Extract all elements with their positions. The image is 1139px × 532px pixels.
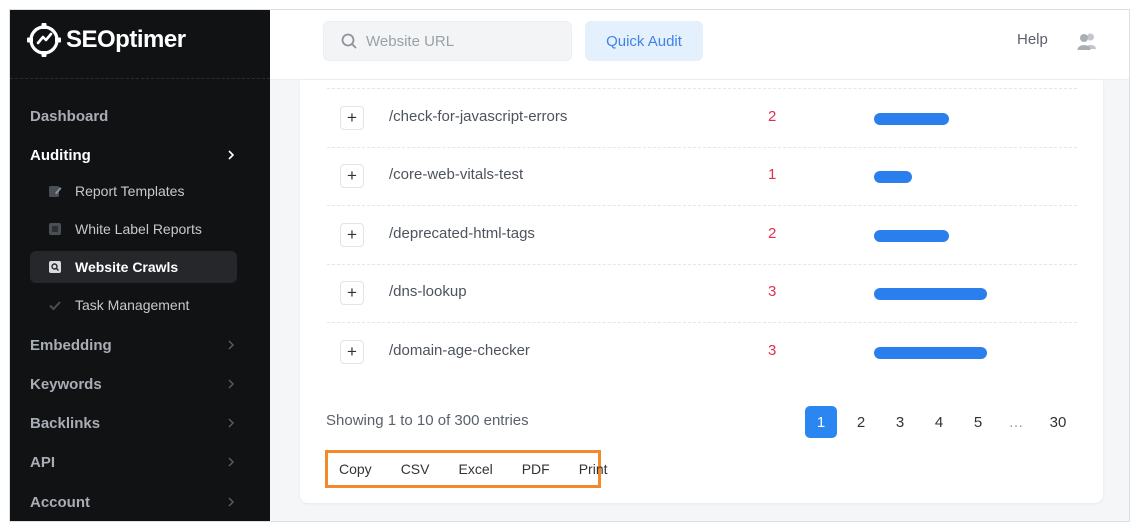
sidebar-item-embedding[interactable]: Embedding xyxy=(10,329,270,361)
sidebar-item-api[interactable]: API xyxy=(10,446,270,478)
issue-count: 2 xyxy=(768,108,777,125)
chevron-right-icon xyxy=(228,418,234,428)
crawl-pages-card: + /check-for-javascript-errors 2 + /core… xyxy=(300,80,1103,503)
sidebar-item-account[interactable]: Account xyxy=(10,486,270,518)
chevron-right-icon xyxy=(228,340,234,350)
table-row: + /deprecated-html-tags 2 xyxy=(327,205,1077,263)
chevron-right-icon xyxy=(228,457,234,467)
issue-bar xyxy=(874,230,949,242)
page-path: /domain-age-checker xyxy=(389,342,530,359)
edit-icon xyxy=(48,184,62,198)
document-icon xyxy=(48,222,62,236)
logo-gear-icon xyxy=(27,23,61,57)
table-row: + /check-for-javascript-errors 2 xyxy=(327,88,1077,146)
sidebar-item-label: Account xyxy=(30,493,90,511)
sidebar-item-label: Embedding xyxy=(30,336,112,354)
table-row: + /core-web-vitals-test 1 xyxy=(327,147,1077,205)
search-icon xyxy=(341,33,357,49)
sidebar-subitem-website-crawls[interactable]: Website Crawls xyxy=(30,251,237,283)
sidebar-item-label: Dashboard xyxy=(30,107,109,125)
sidebar-subitem-label: White Label Reports xyxy=(75,221,202,237)
page-path: /core-web-vitals-test xyxy=(389,166,524,183)
page-path: /check-for-javascript-errors xyxy=(389,108,568,125)
page-button-30[interactable]: 30 xyxy=(1040,406,1076,438)
page-ellipsis: … xyxy=(1008,413,1024,431)
sidebar-item-label: Keywords xyxy=(30,375,102,393)
sidebar-subitem-report-templates[interactable]: Report Templates xyxy=(30,175,237,207)
page-button-2[interactable]: 2 xyxy=(845,406,877,438)
sidebar-subitem-label: Report Templates xyxy=(75,183,185,199)
page-button-1[interactable]: 1 xyxy=(805,406,837,438)
expand-row-button[interactable]: + xyxy=(340,340,364,364)
app-window: SEOptimer Dashboard Auditing Report Temp… xyxy=(9,9,1130,522)
issue-count: 3 xyxy=(768,283,777,300)
expand-row-button[interactable]: + xyxy=(340,281,364,305)
page-path: /dns-lookup xyxy=(389,283,467,300)
issue-bar xyxy=(874,288,987,300)
chevron-right-icon xyxy=(228,497,234,507)
issue-bar xyxy=(874,347,987,359)
chevron-right-icon xyxy=(228,150,235,160)
sidebar-subitem-label: Task Management xyxy=(75,297,190,313)
page-button-4[interactable]: 4 xyxy=(923,406,955,438)
table-row: + /dns-lookup 3 xyxy=(327,264,1077,322)
issue-bar xyxy=(874,113,949,125)
sidebar-item-label: API xyxy=(30,453,56,471)
excel-button[interactable]: Excel xyxy=(458,461,492,477)
sidebar-item-dashboard[interactable]: Dashboard xyxy=(10,100,270,132)
page-path: /deprecated-html-tags xyxy=(389,225,535,242)
expand-row-button[interactable]: + xyxy=(340,106,364,130)
chevron-right-icon xyxy=(228,379,234,389)
page-button-5[interactable]: 5 xyxy=(962,406,994,438)
print-button[interactable]: Print xyxy=(579,461,608,477)
sidebar-item-keywords[interactable]: Keywords xyxy=(10,368,270,400)
pdf-button[interactable]: PDF xyxy=(522,461,550,477)
brand-logo[interactable]: SEOptimer xyxy=(26,22,186,58)
sidebar-subitem-label: Website Crawls xyxy=(75,259,179,275)
check-icon xyxy=(48,298,62,312)
users-icon[interactable] xyxy=(1076,30,1098,52)
sidebar-item-label: Backlinks xyxy=(30,414,101,432)
quick-audit-button[interactable]: Quick Audit xyxy=(585,21,703,61)
sidebar-subitem-task-management[interactable]: Task Management xyxy=(30,289,237,321)
page-button-3[interactable]: 3 xyxy=(884,406,916,438)
website-url-input[interactable] xyxy=(366,32,556,50)
top-bar: Quick Audit Help xyxy=(270,10,1129,80)
table-row: + /domain-age-checker 3 xyxy=(327,322,1077,380)
main-content: + /check-for-javascript-errors 2 + /core… xyxy=(270,80,1129,521)
brand-name: SEOptimer xyxy=(66,26,186,53)
issue-count: 2 xyxy=(768,225,777,242)
entries-info: Showing 1 to 10 of 300 entries xyxy=(326,412,529,429)
brand-divider xyxy=(10,78,270,79)
copy-button[interactable]: Copy xyxy=(339,461,372,477)
export-buttons-group: Copy CSV Excel PDF Print xyxy=(325,450,608,488)
issue-count: 1 xyxy=(768,166,777,183)
sidebar-subitem-white-label-reports[interactable]: White Label Reports xyxy=(30,213,237,245)
issue-count: 3 xyxy=(768,342,777,359)
sidebar-item-auditing[interactable]: Auditing xyxy=(10,139,270,171)
sidebar: SEOptimer Dashboard Auditing Report Temp… xyxy=(10,10,270,521)
expand-row-button[interactable]: + xyxy=(340,223,364,247)
issue-bar xyxy=(874,171,912,183)
csv-button[interactable]: CSV xyxy=(401,461,430,477)
crawl-search-icon xyxy=(48,260,62,274)
sidebar-item-label: Auditing xyxy=(30,146,91,164)
sidebar-item-backlinks[interactable]: Backlinks xyxy=(10,407,270,439)
help-link[interactable]: Help xyxy=(1017,31,1048,48)
search-box[interactable] xyxy=(323,21,572,61)
expand-row-button[interactable]: + xyxy=(340,164,364,188)
